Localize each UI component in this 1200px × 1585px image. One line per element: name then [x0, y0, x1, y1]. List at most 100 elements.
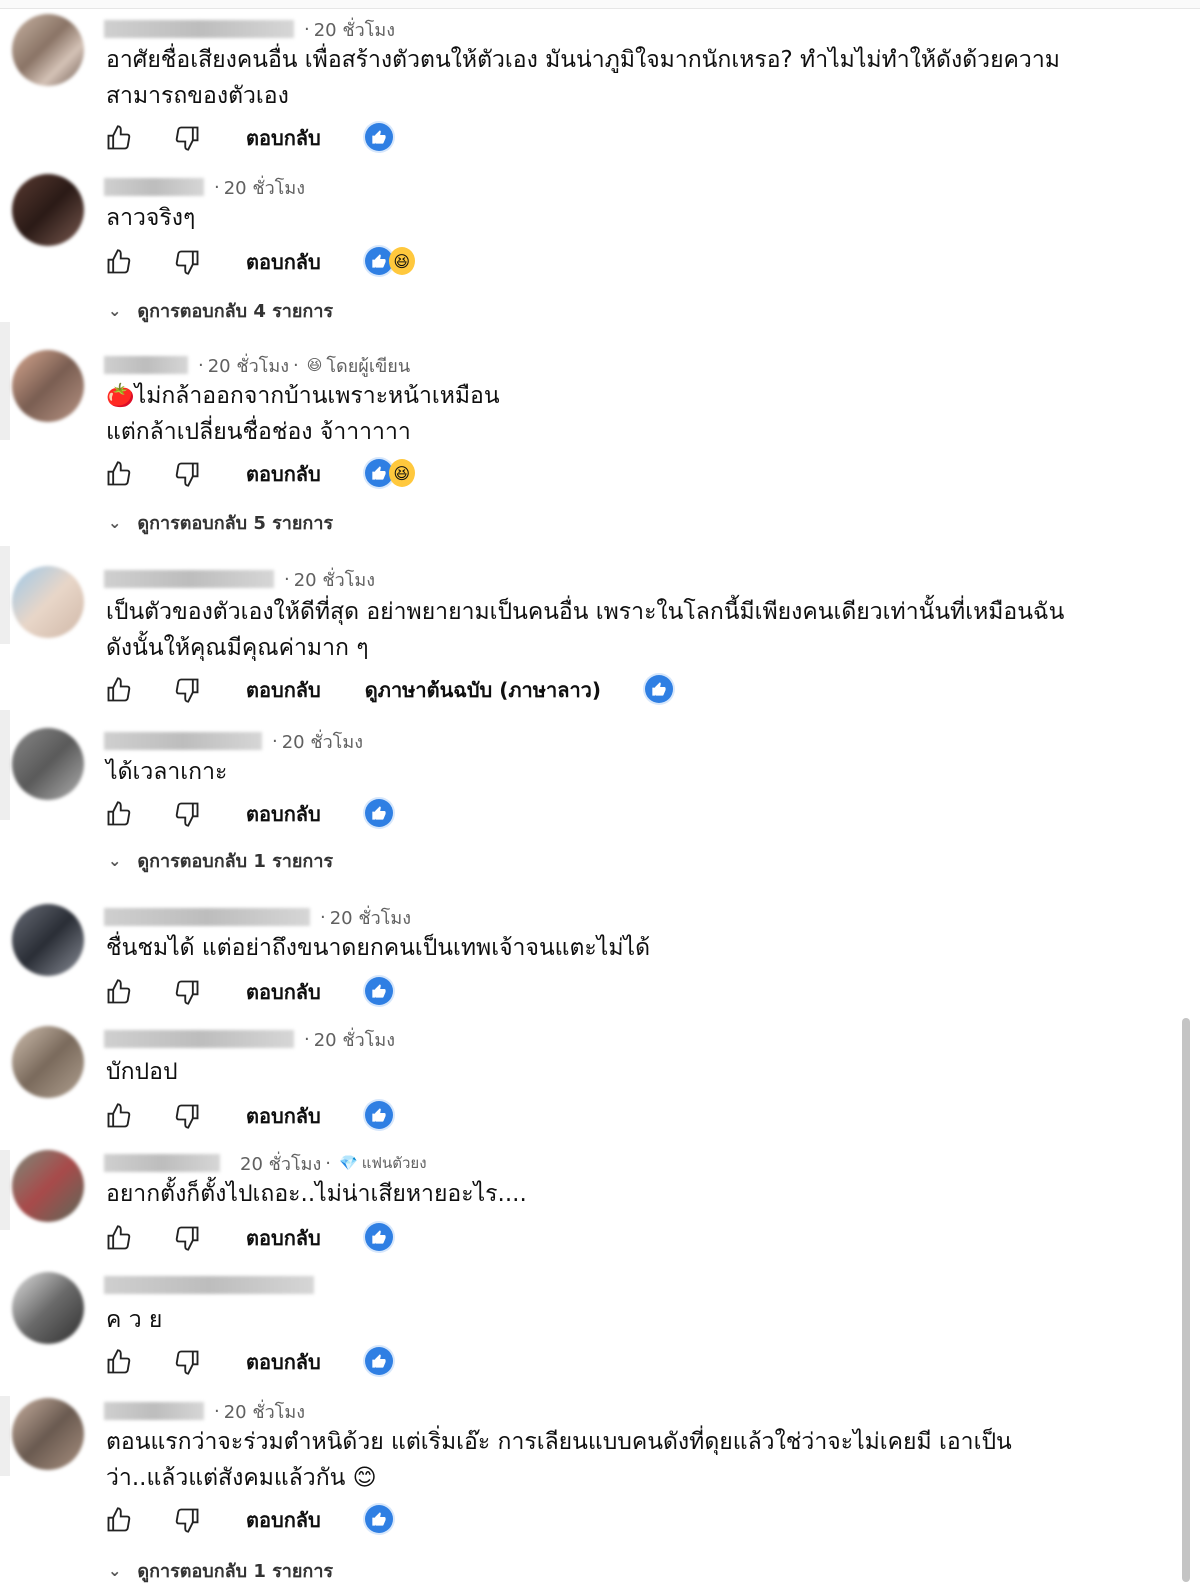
comment-actions: ตอบกลับ — [104, 1098, 415, 1134]
comment-time[interactable]: 20 ชั่วโมง — [208, 351, 289, 380]
comment-meta: · 20 ชั่วโมง — [104, 566, 375, 592]
creator-like-badge — [364, 1347, 415, 1377]
like-button[interactable] — [104, 977, 134, 1007]
comment-time[interactable]: 20 ชั่วโมง — [224, 1397, 305, 1426]
comment-time[interactable]: 20 ชั่วโมง — [314, 1025, 395, 1054]
dislike-button[interactable] — [172, 1223, 202, 1253]
reply-button[interactable]: ตอบกลับ — [246, 976, 321, 1008]
author-name[interactable] — [104, 1402, 204, 1420]
comment-meta: · 20 ชั่วโมง — [104, 1398, 305, 1424]
thumbs-down-icon — [175, 1350, 199, 1375]
like-circle-icon — [364, 1347, 393, 1375]
author-name[interactable] — [104, 356, 188, 374]
chevron-down-icon: ⌄ — [108, 300, 122, 320]
like-circle-icon — [364, 1101, 393, 1129]
author-badge: โดยผู้เขียน — [326, 355, 411, 377]
author-name[interactable] — [104, 732, 262, 750]
thumbs-up-icon — [107, 677, 131, 702]
comment-actions: ตอบกลับ — [104, 1502, 415, 1538]
like-button[interactable] — [104, 675, 134, 705]
comment-actions: ตอบกลับ ดูภาษาต้นฉบับ (ภาษาลาว) — [104, 672, 695, 708]
dislike-button[interactable] — [172, 1505, 202, 1535]
reply-button[interactable]: ตอบกลับ — [246, 1346, 321, 1378]
comment-time[interactable]: 20 ชั่วโมง — [294, 565, 375, 594]
dislike-button[interactable] — [172, 799, 202, 829]
like-button[interactable] — [104, 1101, 134, 1131]
dislike-button[interactable] — [172, 977, 202, 1007]
avatar[interactable] — [12, 14, 84, 86]
like-button[interactable] — [104, 459, 134, 489]
author-name[interactable] — [104, 1276, 314, 1294]
tomato-emoji-icon: 🍅 — [106, 383, 135, 409]
reply-button[interactable]: ตอบกลับ — [246, 1504, 321, 1536]
avatar[interactable] — [12, 1026, 84, 1098]
thumbs-up-icon — [107, 125, 131, 150]
view-replies-button[interactable]: ⌄ ดูการตอบกลับ 5 รายการ — [108, 508, 333, 536]
reply-button[interactable]: ตอบกลับ — [246, 1100, 321, 1132]
like-button[interactable] — [104, 1223, 134, 1253]
view-replies-button[interactable]: ⌄ ดูการตอบกลับ 1 รายการ — [108, 846, 333, 874]
author-name[interactable] — [104, 20, 294, 38]
comment-time[interactable]: 20 ชั่วโมง — [240, 1149, 321, 1178]
reply-button[interactable]: ตอบกลับ — [246, 1222, 321, 1254]
chevron-down-icon: ⌄ — [108, 850, 122, 870]
dislike-button[interactable] — [172, 459, 202, 489]
author-name[interactable] — [104, 178, 204, 196]
thumbs-down-icon — [175, 250, 199, 275]
like-button[interactable] — [104, 1347, 134, 1377]
thread-indicator — [0, 1396, 10, 1476]
comment-meta: 20 ชั่วโมง · 💎 แฟนตัวยง — [104, 1150, 427, 1176]
creator-like-badge — [364, 123, 415, 153]
avatar[interactable] — [12, 1272, 84, 1344]
author-emoji-icon: 😆 — [306, 356, 323, 374]
like-button[interactable] — [104, 799, 134, 829]
view-replies-button[interactable]: ⌄ ดูการตอบกลับ 1 รายการ — [108, 1556, 333, 1584]
creator-like-badge — [364, 799, 415, 829]
comment-actions: ตอบกลับ 😆 — [104, 244, 415, 280]
like-button[interactable] — [104, 123, 134, 153]
dislike-button[interactable] — [172, 1347, 202, 1377]
author-name[interactable] — [104, 908, 310, 926]
avatar[interactable] — [12, 350, 84, 422]
scrollbar[interactable] — [1182, 1018, 1190, 1582]
avatar[interactable] — [12, 174, 84, 246]
reply-button[interactable]: ตอบกลับ — [246, 458, 321, 490]
reply-button[interactable]: ตอบกลับ — [246, 798, 321, 830]
reply-button[interactable]: ตอบกลับ — [246, 246, 321, 278]
dislike-button[interactable] — [172, 1101, 202, 1131]
comment-time[interactable]: 20 ชั่วโมง — [282, 727, 363, 756]
comment-text: เป็นตัวของตัวเองให้ดีที่สุด อย่าพยายามเป… — [106, 599, 1065, 661]
author-name[interactable] — [104, 1154, 220, 1172]
thumbs-down-icon — [175, 678, 199, 703]
dislike-button[interactable] — [172, 123, 202, 153]
comment-text: ตอนแรกว่าจะร่วมตำหนิด้วย แต่เริ่มเอ๊ะ กา… — [106, 1429, 1012, 1491]
comment-text: อยากตั้งก็ตั้งไปเถอะ..ไม่น่าเสียหายอะไร.… — [106, 1181, 527, 1207]
like-circle-icon — [364, 799, 393, 827]
author-name[interactable] — [104, 1030, 294, 1048]
thumbs-down-icon — [175, 1226, 199, 1251]
avatar[interactable] — [12, 728, 84, 800]
reply-button[interactable]: ตอบกลับ — [246, 122, 321, 154]
comment-time[interactable]: 20 ชั่วโมง — [224, 173, 305, 202]
comment-time[interactable]: 20 ชั่วโมง — [330, 903, 411, 932]
dislike-button[interactable] — [172, 675, 202, 705]
top-divider — [0, 0, 1200, 9]
comment-time[interactable]: 20 ชั่วโมง — [314, 15, 395, 44]
view-replies-button[interactable]: ⌄ ดูการตอบกลับ 4 รายการ — [108, 296, 333, 324]
chevron-down-icon: ⌄ — [108, 512, 122, 532]
avatar[interactable] — [12, 904, 84, 976]
author-name[interactable] — [104, 570, 274, 588]
reply-button[interactable]: ตอบกลับ — [246, 674, 321, 706]
like-button[interactable] — [104, 247, 134, 277]
laughing-emoji-icon: 😆 — [388, 247, 415, 275]
avatar[interactable] — [12, 1150, 84, 1222]
avatar[interactable] — [12, 1398, 84, 1470]
comment-text: บักปอป — [106, 1059, 178, 1085]
thumbs-down-icon — [175, 802, 199, 827]
avatar[interactable] — [12, 566, 84, 638]
comment-text: 🍅ไม่กล้าออกจากบ้านเพราะหน้าเหมือน แต่กล้… — [106, 383, 500, 445]
view-original-language-button[interactable]: ดูภาษาต้นฉบับ (ภาษาลาว) — [365, 674, 601, 706]
thread-indicator — [0, 546, 10, 644]
dislike-button[interactable] — [172, 247, 202, 277]
like-button[interactable] — [104, 1505, 134, 1535]
